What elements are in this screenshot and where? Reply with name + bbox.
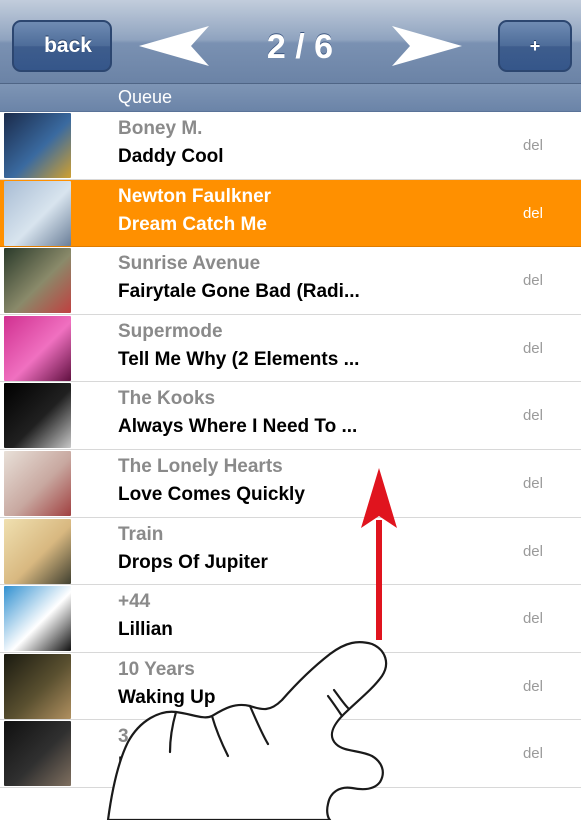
queue-row[interactable]: +44 Lillian del bbox=[0, 585, 581, 653]
add-button[interactable]: + bbox=[498, 20, 572, 72]
track-title: Fairytale Gone Bad (Radi... bbox=[118, 281, 360, 303]
track-title: Daddy Cool bbox=[118, 146, 224, 167]
track-title: Waking Up bbox=[118, 686, 216, 708]
track-artist: +44 bbox=[118, 591, 151, 613]
queue-row[interactable]: 10 Years Waking Up del bbox=[0, 652, 581, 721]
previous-arrow-icon[interactable] bbox=[137, 24, 211, 68]
delete-button[interactable]: del bbox=[523, 475, 543, 492]
track-title: Drops Of Jupiter bbox=[118, 551, 268, 573]
back-button[interactable]: back bbox=[12, 20, 112, 72]
queue-list: Boney M. Daddy Cool del Newton Faulkner Drea… bbox=[0, 112, 581, 788]
delete-button[interactable]: del bbox=[523, 272, 543, 289]
track-artist: Newton Faulkner bbox=[118, 185, 272, 207]
album-art-thumbnail bbox=[4, 518, 71, 584]
album-art-thumbnail bbox=[4, 113, 71, 178]
track-title: Lillian bbox=[118, 619, 173, 641]
queue-row[interactable]: Sunrise Avenue Fairytale Gone Bad (Radi..… bbox=[0, 247, 581, 315]
queue-row[interactable]: Train Drops Of Jupiter del bbox=[0, 517, 581, 586]
album-art-thumbnail bbox=[4, 721, 71, 787]
delete-button[interactable]: del bbox=[523, 407, 543, 424]
track-artist: Boney M. bbox=[118, 118, 203, 139]
track-artist: The Lonely Hearts bbox=[118, 455, 283, 477]
track-title: Always Where I Need To ... bbox=[118, 416, 358, 438]
queue-row[interactable]: The Kooks Always Where I Need To ... del bbox=[0, 382, 581, 450]
queue-row[interactable]: Newton Faulkner Dream Catch Me del bbox=[0, 179, 581, 248]
back-button-label: back bbox=[44, 34, 92, 57]
track-title: Dream Catch Me bbox=[118, 213, 267, 235]
delete-button[interactable]: del bbox=[523, 745, 543, 762]
track-title: Tell Me Why (2 Elements ... bbox=[118, 348, 360, 370]
album-art-thumbnail bbox=[4, 586, 71, 652]
queue-row[interactable]: Boney M. Daddy Cool del bbox=[0, 112, 581, 180]
track-artist: 3 bbox=[118, 726, 129, 748]
section-header: Queue bbox=[0, 84, 581, 112]
track-title: Love Comes Quickly bbox=[118, 483, 305, 505]
album-art-thumbnail bbox=[4, 653, 71, 719]
next-arrow-icon[interactable] bbox=[390, 24, 464, 68]
delete-button[interactable]: del bbox=[523, 340, 543, 357]
delete-button[interactable]: del bbox=[523, 678, 543, 695]
track-title: H bbox=[118, 754, 132, 776]
navigation-bar: back 2 / 6 + bbox=[0, 0, 581, 84]
queue-row[interactable]: The Lonely Hearts Love Comes Quickly del bbox=[0, 449, 581, 518]
page-counter: 2 / 6 bbox=[266, 28, 334, 66]
track-artist: 10 Years bbox=[118, 658, 195, 680]
delete-button[interactable]: del bbox=[523, 137, 543, 154]
delete-button[interactable]: del bbox=[523, 610, 543, 627]
track-artist: Train bbox=[118, 523, 164, 545]
queue-row[interactable]: Supermode Tell Me Why (2 Elements ... del bbox=[0, 314, 581, 383]
album-art-thumbnail bbox=[4, 248, 71, 314]
track-artist: The Kooks bbox=[118, 388, 216, 410]
track-artist: Sunrise Avenue bbox=[118, 253, 261, 275]
delete-button[interactable]: del bbox=[523, 543, 543, 560]
track-artist: Supermode bbox=[118, 320, 223, 342]
album-art-thumbnail bbox=[4, 180, 71, 246]
album-art-thumbnail bbox=[4, 383, 71, 449]
delete-button[interactable]: del bbox=[523, 205, 543, 222]
queue-row[interactable]: 3 Hdel bbox=[0, 720, 581, 788]
album-art-thumbnail bbox=[4, 315, 71, 381]
album-art-thumbnail bbox=[4, 450, 71, 516]
